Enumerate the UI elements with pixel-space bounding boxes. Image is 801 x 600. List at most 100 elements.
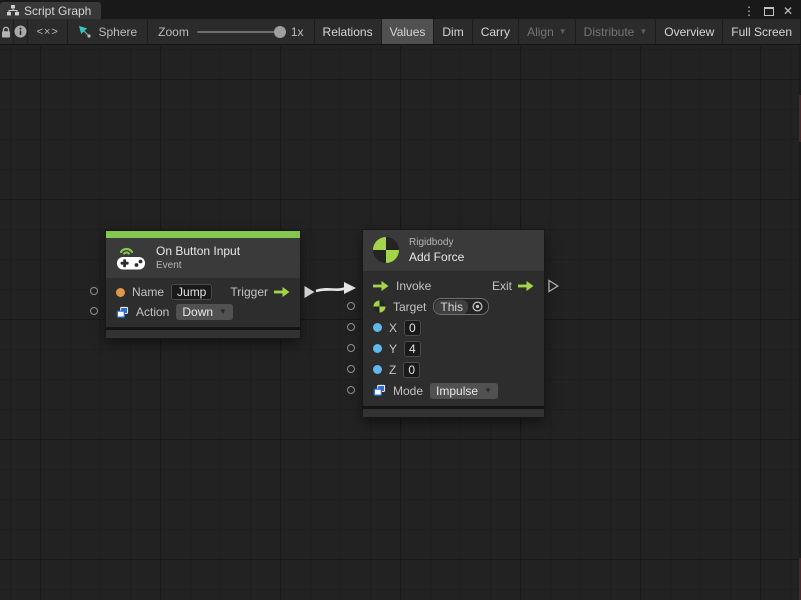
row-invoke: Invoke Exit	[363, 275, 544, 296]
invoke-label: Invoke	[396, 279, 431, 293]
node-header[interactable]: Rigidbody Add Force	[363, 230, 544, 271]
node-type-label: Rigidbody	[409, 237, 464, 248]
chevron-down-icon: ▼	[219, 304, 227, 320]
enum-icon	[373, 384, 386, 397]
mode-label: Mode	[393, 384, 423, 398]
node-header-text: Rigidbody Add Force	[409, 237, 464, 264]
name-label: Name	[132, 285, 164, 299]
float-port-icon[interactable]	[373, 365, 382, 374]
fullscreen-button[interactable]: Full Screen	[723, 19, 801, 44]
rigidbody-icon	[372, 236, 400, 264]
exit-output-port[interactable]	[548, 279, 559, 293]
enum-icon	[116, 306, 129, 319]
float-port-icon[interactable]	[373, 344, 382, 353]
graph-reference[interactable]: Sphere	[68, 19, 148, 44]
overview-button[interactable]: Overview	[656, 19, 723, 44]
node-subtitle: Event	[156, 260, 240, 271]
tab-title: Script Graph	[24, 4, 91, 18]
relations-button[interactable]: Relations	[315, 19, 382, 44]
x-field[interactable]: 0	[404, 320, 421, 336]
node-body: Invoke Exit	[363, 271, 544, 406]
action-dropdown[interactable]: Down ▼	[176, 304, 233, 320]
trigger-output-port[interactable]	[304, 285, 315, 299]
row-y: Y 4	[363, 338, 544, 359]
zoom-slider[interactable]	[197, 31, 283, 33]
lock-button[interactable]	[0, 19, 14, 44]
gamepad-icon	[115, 244, 147, 271]
node-footer	[363, 409, 544, 417]
y-label: Y	[389, 342, 397, 356]
node-title: On Button Input	[156, 244, 240, 258]
more-menu-icon[interactable]: ⋮	[743, 5, 755, 17]
node-header[interactable]: On Button Input Event	[106, 238, 300, 278]
node-header-text: On Button Input Event	[156, 244, 240, 271]
target-input-port[interactable]	[347, 302, 355, 310]
row-x: X 0	[363, 317, 544, 338]
trigger-arrow-icon[interactable]	[274, 286, 290, 298]
zoom-label: Zoom	[158, 25, 189, 39]
trigger-label: Trigger	[230, 285, 268, 299]
info-button[interactable]	[14, 19, 28, 44]
carry-button[interactable]: Carry	[473, 19, 519, 44]
chevron-down-icon: ▼	[639, 27, 647, 36]
rigidbody-mini-icon	[373, 300, 386, 313]
target-object-chip[interactable]: This	[433, 298, 489, 315]
target-label: Target	[393, 300, 426, 314]
string-port-icon[interactable]	[116, 288, 125, 297]
node-on-button-input[interactable]: On Button Input Event Name Jump Trigger	[106, 231, 300, 338]
z-field[interactable]: 0	[403, 362, 420, 378]
align-button[interactable]: Align▼	[519, 19, 576, 44]
name-input-port[interactable]	[90, 287, 98, 295]
graph-name-label: Sphere	[98, 25, 137, 39]
z-input-port[interactable]	[347, 365, 355, 373]
row-z: Z 0	[363, 359, 544, 380]
z-label: Z	[389, 363, 396, 377]
graph-pointer-icon	[78, 25, 92, 39]
invoke-arrow-icon[interactable]	[373, 280, 389, 292]
x-input-port[interactable]	[347, 323, 355, 331]
mode-input-port[interactable]	[347, 386, 355, 394]
chevron-down-icon: ▼	[484, 383, 492, 399]
zoom-slider-handle[interactable]	[274, 26, 286, 38]
tab-script-graph[interactable]: Script Graph	[0, 2, 101, 19]
row-target: Target This	[363, 296, 544, 317]
event-accent-bar	[106, 231, 300, 238]
node-add-force[interactable]: Rigidbody Add Force Invoke Exit	[363, 230, 544, 417]
mode-dropdown[interactable]: Impulse ▼	[430, 383, 498, 399]
exit-arrow-icon[interactable]	[518, 280, 534, 292]
values-button[interactable]: Values	[382, 19, 435, 44]
exit-label: Exit	[492, 279, 512, 293]
dim-button[interactable]: Dim	[434, 19, 472, 44]
toolbar: <×> Sphere Zoom 1x Relations Values Dim …	[0, 19, 801, 45]
code-icon: <×>	[37, 26, 59, 38]
row-name: Name Jump Trigger	[106, 282, 300, 302]
action-input-port[interactable]	[90, 307, 98, 315]
graph-hierarchy-icon	[7, 5, 19, 16]
zoom-value: 1x	[291, 25, 304, 39]
distribute-button[interactable]: Distribute▼	[576, 19, 657, 44]
window-controls: ⋮ ✕	[743, 5, 801, 19]
x-label: X	[389, 321, 397, 335]
node-footer	[106, 330, 300, 338]
y-field[interactable]: 4	[404, 341, 421, 357]
name-field[interactable]: Jump	[171, 284, 212, 300]
graph-canvas[interactable]: On Button Input Event Name Jump Trigger	[0, 46, 801, 600]
target-value: This	[435, 300, 468, 314]
titlebar: Script Graph ⋮ ✕	[0, 0, 801, 19]
target-picker-icon[interactable]	[472, 301, 483, 312]
info-icon	[14, 25, 27, 38]
y-input-port[interactable]	[347, 344, 355, 352]
zoom-control: Zoom 1x	[148, 19, 314, 44]
close-icon[interactable]: ✕	[783, 5, 793, 17]
chevron-down-icon: ▼	[559, 27, 567, 36]
script-graph-window: Script Graph ⋮ ✕	[0, 0, 801, 600]
float-port-icon[interactable]	[373, 323, 382, 332]
code-view-button[interactable]: <×>	[28, 19, 69, 44]
lock-icon	[0, 25, 12, 39]
row-mode: Mode Impulse ▼	[363, 380, 544, 401]
maximize-icon[interactable]	[764, 7, 774, 16]
action-label: Action	[136, 305, 169, 319]
node-title: Add Force	[409, 250, 464, 264]
row-action: Action Down ▼	[106, 302, 300, 322]
node-body: Name Jump Trigger	[106, 278, 300, 327]
